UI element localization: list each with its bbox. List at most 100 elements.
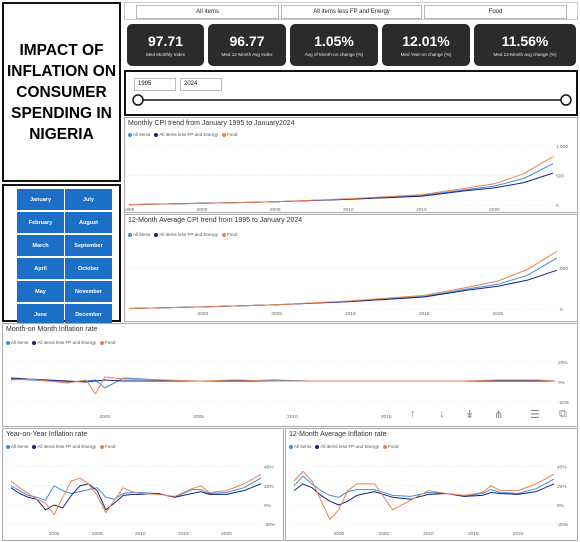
- series-line: [128, 156, 554, 206]
- year-on-year-chart: Year-on-Year Inflation rate All items Al…: [2, 428, 284, 541]
- x-tick-label: 2005: [378, 531, 389, 537]
- y-tick-label: 20%: [264, 484, 274, 490]
- month-button-september[interactable]: September: [65, 235, 112, 256]
- y-tick-label: 0: [560, 307, 563, 313]
- kpi-card-year-on-change: 12.01% Med Year-on change (%): [382, 24, 470, 66]
- month-button-august[interactable]: August: [65, 212, 112, 233]
- chart-plot: 1,000 500 0 1995 2000 2005 2010 2015 2020: [125, 144, 568, 212]
- x-tick-label: 2005: [193, 414, 204, 420]
- x-tick-label: 2020: [493, 311, 504, 317]
- expand-hierarchy-icon[interactable]: ⋔: [494, 408, 503, 421]
- filter-icon[interactable]: ☰: [530, 408, 540, 421]
- filter-all-items[interactable]: All items: [136, 5, 279, 19]
- y-tick-label: -20%: [557, 522, 569, 528]
- x-tick-label: 2000: [197, 207, 208, 212]
- x-tick-label: 2010: [345, 311, 356, 317]
- x-tick-label: 2000: [49, 531, 60, 537]
- kpi-label: Avg of Month-on change (%): [304, 52, 364, 57]
- slider-start-handle[interactable]: [132, 94, 144, 106]
- kpi-card-month-on-change: 1.05% Avg of Month-on change (%): [290, 24, 378, 66]
- y-tick-label: 40%: [557, 465, 567, 471]
- month-button-november[interactable]: November: [65, 281, 112, 302]
- title-box: IMPACT OF INFLATION ON CONSUMER SPENDING…: [2, 2, 121, 182]
- kpi-value: 11.56%: [501, 33, 549, 49]
- x-tick-label: 2015: [419, 311, 430, 317]
- series-line: [128, 269, 558, 309]
- y-tick-label: 1,000: [556, 144, 568, 150]
- x-tick-label: 2010: [135, 531, 146, 537]
- x-tick-label: 2015: [381, 414, 392, 420]
- double-arrow-down-icon[interactable]: ↡: [465, 408, 474, 421]
- y-tick-label: 0%: [264, 503, 272, 509]
- x-tick-label: 1995: [125, 207, 135, 212]
- series-line: [10, 477, 262, 501]
- x-tick-label: 2020: [489, 207, 500, 212]
- focus-mode-icon[interactable]: ⧉: [559, 408, 567, 421]
- month-slicer: January July February August March Septe…: [2, 184, 121, 325]
- month-button-december[interactable]: December: [65, 304, 112, 325]
- month-on-month-chart: Month-on Month Inflation rate All items …: [2, 323, 578, 427]
- month-button-april[interactable]: April: [17, 258, 64, 279]
- series-line: [128, 250, 558, 309]
- kpi-value: 97.71: [147, 33, 184, 49]
- month-button-february[interactable]: February: [17, 212, 64, 233]
- x-tick-label: 2015: [178, 531, 189, 537]
- y-tick-label: 20%: [557, 484, 567, 490]
- y-tick-label: 0%: [557, 503, 565, 509]
- kpi-label: Med 12-Month avg change (%): [493, 52, 557, 57]
- y-tick-label: 0: [556, 203, 559, 209]
- y-tick-label: -20%: [264, 522, 276, 528]
- series-line: [293, 483, 555, 506]
- dashboard: IMPACT OF INFLATION ON CONSUMER SPENDING…: [0, 0, 580, 542]
- year-range-slicer: 1995 2024: [124, 70, 578, 116]
- month-button-may[interactable]: May: [17, 281, 64, 302]
- y-tick-label: 0%: [558, 380, 566, 386]
- month-button-july[interactable]: July: [65, 189, 112, 210]
- series-line: [10, 376, 556, 395]
- filter-food[interactable]: Food: [424, 5, 567, 19]
- month-button-january[interactable]: January: [17, 189, 64, 210]
- category-filter-bar: All items All items less FP and Energy F…: [124, 2, 578, 20]
- x-tick-label: 2015: [468, 531, 479, 537]
- y-tick-label: 500: [560, 266, 568, 272]
- arrow-down-icon[interactable]: ↓: [439, 408, 445, 420]
- series-line: [128, 172, 554, 206]
- y-tick-label: 20%: [558, 360, 568, 366]
- average-cpi-chart: 12-Month Average CPI trend from 1995 to …: [124, 214, 578, 322]
- series-line: [10, 483, 262, 511]
- x-tick-label: 2000: [333, 531, 344, 537]
- x-tick-label: 2010: [343, 207, 354, 212]
- x-tick-label: 2020: [221, 531, 232, 537]
- month-button-october[interactable]: October: [65, 258, 112, 279]
- x-tick-label: 2020: [513, 531, 524, 537]
- y-tick-label: 40%: [264, 465, 274, 471]
- month-button-march[interactable]: March: [17, 235, 64, 256]
- page-title: IMPACT OF INFLATION ON CONSUMER SPENDING…: [6, 41, 117, 143]
- filter-core[interactable]: All items less FP and Energy: [281, 5, 422, 19]
- x-tick-label: 2005: [271, 311, 282, 317]
- x-tick-label: 2000: [99, 414, 110, 420]
- chart-plot: 20% 0% -20% 2000 2005 2010 2015: [10, 360, 570, 420]
- x-tick-label: 2005: [92, 531, 103, 537]
- arrow-up-icon[interactable]: ↑: [410, 408, 416, 420]
- kpi-label: Med Year-on change (%): [400, 52, 452, 57]
- month-button-june[interactable]: June: [17, 304, 64, 325]
- kpi-card-monthly-index: 97.71 Med Monthly Index: [127, 24, 204, 66]
- series-line: [10, 377, 556, 389]
- range-slider: [132, 94, 572, 106]
- kpi-label: Med Monthly Index: [146, 52, 185, 57]
- kpi-value: 1.05%: [314, 33, 354, 49]
- monthly-cpi-chart: Monthly CPI trend from January 1995 to J…: [124, 117, 578, 213]
- x-tick-label: 2015: [416, 207, 427, 212]
- month-grid: January July February August March Septe…: [17, 189, 112, 325]
- x-tick-label: 2005: [270, 207, 281, 212]
- x-tick-label: 2010: [423, 531, 434, 537]
- chart-plot: 40% 20% 0% -20% 2000 2005 2010 2015 2020: [293, 465, 569, 537]
- chart-plot: 40% 20% 0% -20% 2000 2005 2010 2015 2020: [10, 465, 276, 537]
- kpi-value: 96.77: [229, 33, 265, 49]
- kpi-value: 12.01%: [402, 33, 450, 49]
- kpi-card-12-month-index: 96.77 Med 12-Month Avg Index: [208, 24, 286, 66]
- x-tick-label: 2010: [287, 414, 298, 420]
- y-tick-label: -20%: [558, 400, 570, 406]
- slider-end-handle[interactable]: [560, 94, 572, 106]
